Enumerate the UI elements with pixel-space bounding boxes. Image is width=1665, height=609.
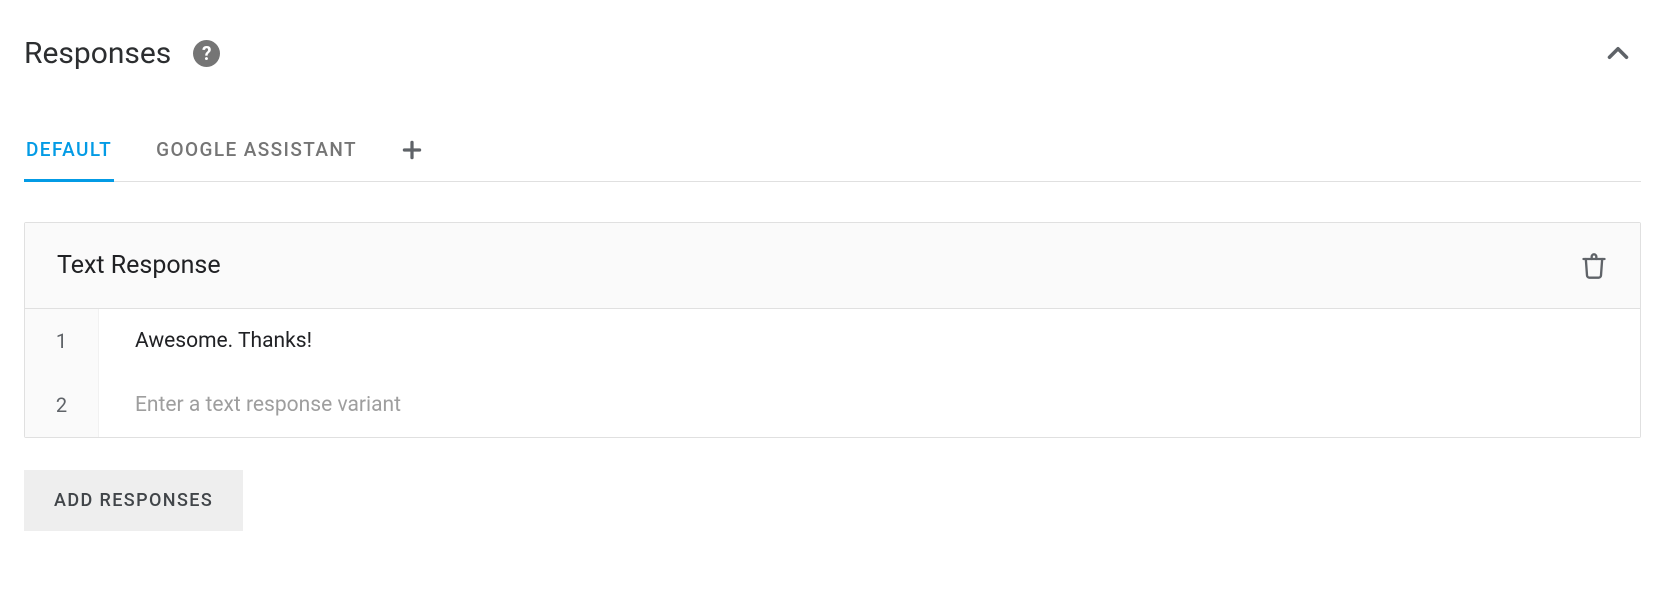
help-icon[interactable]: ? <box>193 40 220 67</box>
response-input[interactable] <box>99 309 1640 373</box>
chevron-up-icon[interactable] <box>1595 30 1641 76</box>
text-response-card: Text Response 1 2 <box>24 222 1641 438</box>
tab-default[interactable]: DEFAULT <box>24 124 114 182</box>
tabs-row: DEFAULT GOOGLE ASSISTANT <box>24 124 1641 182</box>
card-header: Text Response <box>25 223 1640 309</box>
table-row: 1 <box>25 309 1640 373</box>
tab-google-assistant[interactable]: GOOGLE ASSISTANT <box>154 124 359 182</box>
row-number: 1 <box>25 309 99 373</box>
response-rows: 1 2 <box>25 309 1640 437</box>
section-title: Responses <box>24 36 171 71</box>
section-title-wrap: Responses ? <box>24 36 220 71</box>
plus-icon[interactable] <box>399 137 425 169</box>
card-title: Text Response <box>57 251 221 280</box>
row-number: 2 <box>25 373 99 437</box>
add-responses-button[interactable]: ADD RESPONSES <box>24 470 243 531</box>
section-header: Responses ? <box>24 30 1641 76</box>
trash-icon[interactable] <box>1580 252 1608 280</box>
response-input[interactable] <box>99 373 1640 437</box>
table-row: 2 <box>25 373 1640 437</box>
